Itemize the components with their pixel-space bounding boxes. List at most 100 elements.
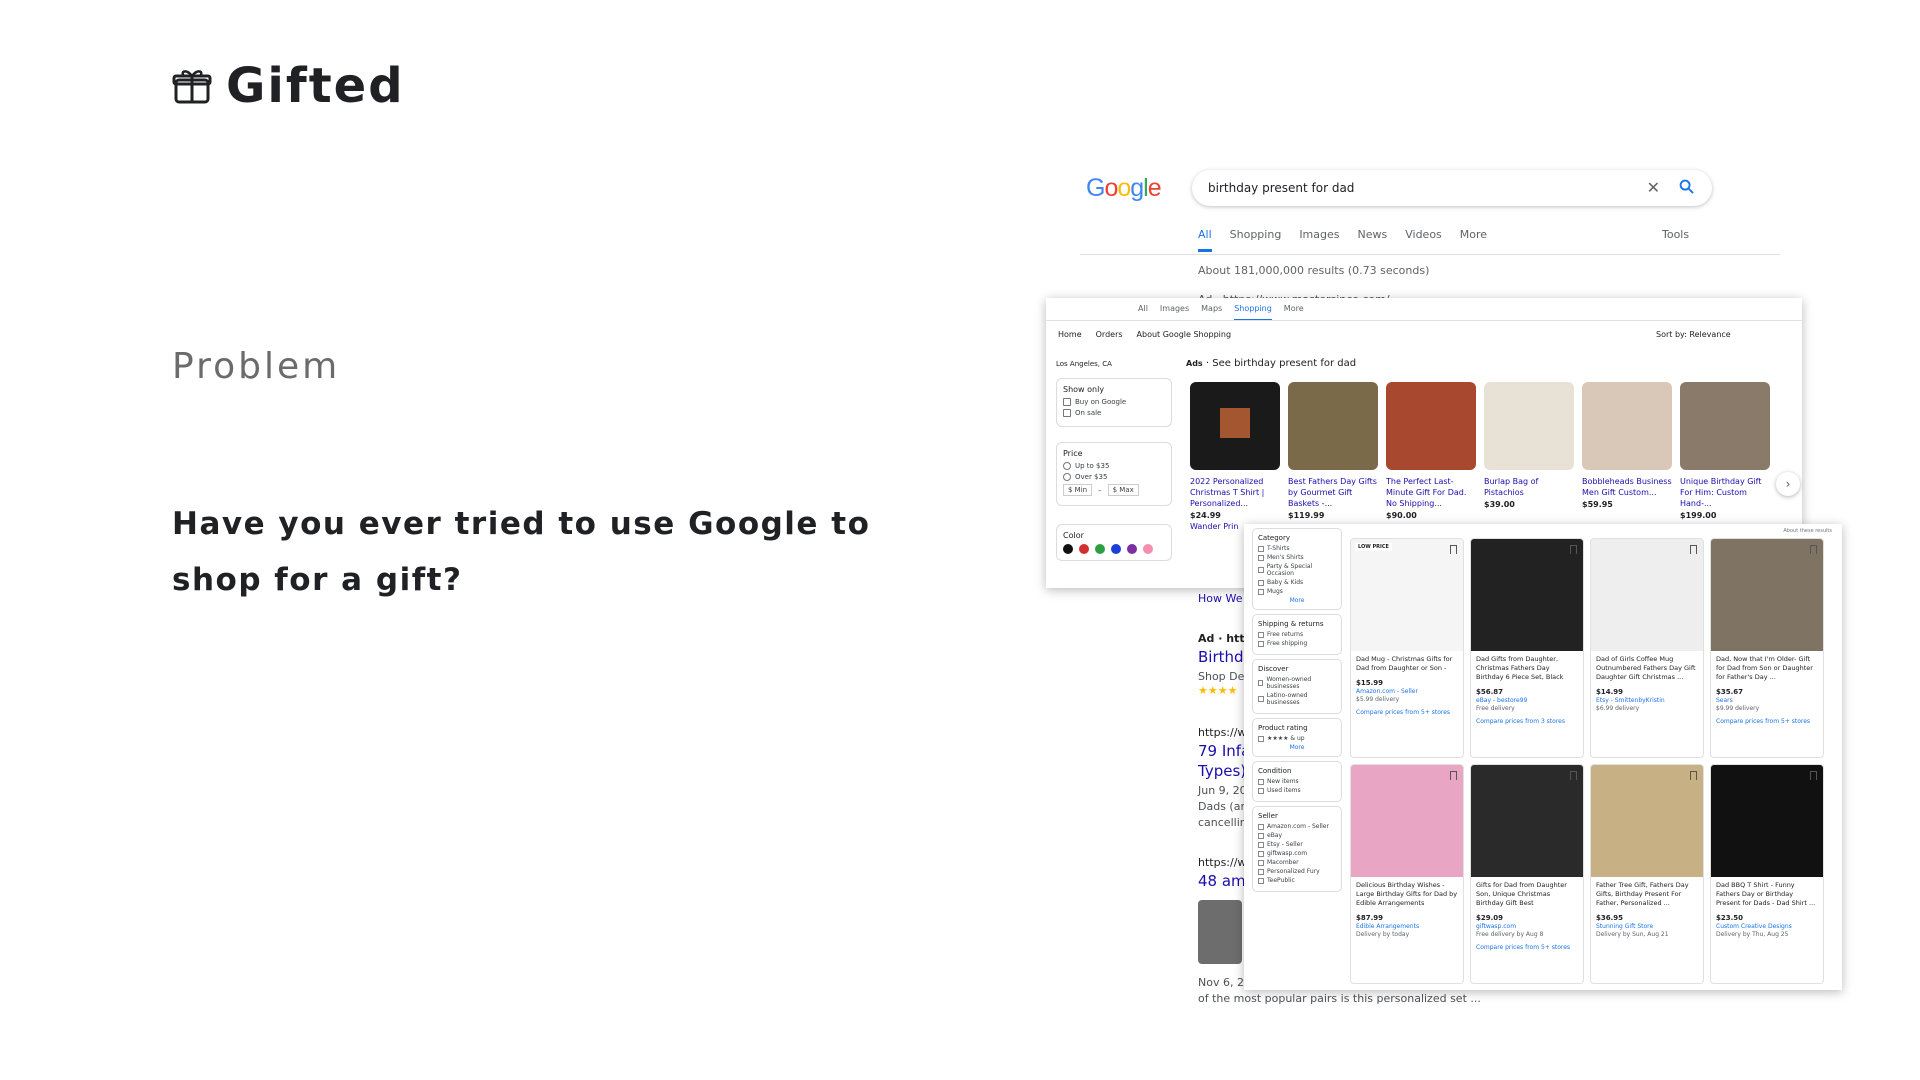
product-image[interactable] (1351, 765, 1463, 877)
checkbox[interactable] (1258, 545, 1264, 552)
checkbox[interactable] (1258, 567, 1264, 573)
product-card[interactable]: Father Tree Gift, Fathers Day Gifts, Bir… (1590, 764, 1704, 984)
tab-maps[interactable]: Maps (1201, 304, 1222, 321)
product-title[interactable]: Bobbleheads Business Men Gift Custom... (1582, 476, 1672, 498)
bookmark-icon[interactable] (1450, 545, 1457, 554)
compare-prices-link[interactable]: Compare prices from 5+ stores (1351, 703, 1463, 716)
product-store[interactable]: Stunning Gift Store (1591, 922, 1703, 930)
result-thumbnail[interactable] (1198, 900, 1242, 964)
tab-videos[interactable]: Videos (1405, 228, 1442, 252)
checkbox[interactable] (1258, 877, 1264, 884)
product-card[interactable]: Dad of Girls Coffee Mug Outnumbered Fath… (1590, 538, 1704, 758)
filter-option[interactable]: Used items (1258, 787, 1336, 794)
filter-option[interactable]: giftwasp.com (1258, 850, 1336, 857)
more-link[interactable]: More (1258, 597, 1336, 604)
product-image[interactable] (1484, 382, 1574, 470)
checkbox[interactable] (1258, 859, 1264, 866)
bookmark-icon[interactable] (1810, 545, 1817, 554)
filter-option[interactable]: Over $35 (1063, 473, 1165, 481)
checkbox[interactable] (1258, 640, 1264, 647)
product-card[interactable]: Unique Birthday Gift For Him: Custom Han… (1680, 382, 1770, 520)
filter-option[interactable]: Party & Special Occasion (1258, 563, 1336, 577)
clear-icon[interactable]: ✕ (1647, 170, 1660, 206)
product-image[interactable] (1471, 539, 1583, 651)
product-card[interactable]: Dad, Now that I'm Older- Gift for Dad fr… (1710, 538, 1824, 758)
product-store[interactable]: Etsy - SmittenbyKristin (1591, 696, 1703, 704)
product-card[interactable]: Best Fathers Day Gifts by Gourmet Gift B… (1288, 382, 1378, 520)
compare-prices-link[interactable] (1711, 938, 1823, 944)
about-results-link[interactable]: About these results (1783, 528, 1832, 534)
filter-option[interactable]: Up to $35 (1063, 462, 1165, 470)
checkbox[interactable] (1258, 823, 1264, 830)
product-store[interactable]: giftwasp.com (1471, 922, 1583, 930)
radio[interactable] (1063, 462, 1071, 470)
product-card[interactable]: Burlap Bag of Pistachios $39.00 (1484, 382, 1574, 509)
checkbox[interactable] (1258, 696, 1264, 702)
product-title[interactable]: Father Tree Gift, Fathers Day Gifts, Bir… (1591, 877, 1703, 908)
checkbox[interactable] (1258, 680, 1264, 686)
result-link[interactable]: How We (1198, 592, 1243, 605)
product-card[interactable]: LOW PRICE Dad Mug - Christmas Gifts for D… (1350, 538, 1464, 758)
location-label[interactable]: Los Angeles, CA (1056, 360, 1112, 368)
color-swatch[interactable] (1111, 544, 1121, 554)
product-title[interactable]: Dad of Girls Coffee Mug Outnumbered Fath… (1591, 651, 1703, 682)
product-card[interactable]: Gifts for Dad from Daughter Son, Unique … (1470, 764, 1584, 984)
filter-option[interactable]: Baby & Kids (1258, 579, 1336, 586)
compare-prices-link[interactable]: Compare prices from 5+ stores (1711, 712, 1823, 725)
product-title[interactable]: Best Fathers Day Gifts by Gourmet Gift B… (1288, 476, 1378, 509)
more-link[interactable]: More (1258, 744, 1336, 751)
product-title[interactable]: Dad Gifts from Daughter, Christmas Fathe… (1471, 651, 1583, 682)
product-title[interactable]: Gifts for Dad from Daughter Son, Unique … (1471, 877, 1583, 908)
tab-images[interactable]: Images (1160, 304, 1189, 321)
checkbox[interactable] (1258, 832, 1264, 839)
checkbox[interactable] (1258, 735, 1264, 742)
sort-dropdown[interactable]: Sort by: Relevance (1656, 330, 1731, 339)
filter-option[interactable]: T-Shirts (1258, 545, 1336, 552)
product-title[interactable]: Unique Birthday Gift For Him: Custom Han… (1680, 476, 1770, 509)
search-icon[interactable] (1679, 179, 1694, 194)
filter-option[interactable]: New items (1258, 778, 1336, 785)
tab-more[interactable]: More (1460, 228, 1487, 252)
checkbox[interactable] (1063, 409, 1071, 417)
bookmark-icon[interactable] (1810, 771, 1817, 780)
product-store[interactable]: Edible Arrangements (1351, 922, 1463, 930)
product-card[interactable]: The Perfect Last-Minute Gift For Dad. No… (1386, 382, 1476, 520)
product-image[interactable] (1386, 382, 1476, 470)
product-store[interactable]: Amazon.com - Seller (1351, 687, 1463, 695)
filter-option[interactable]: Men's Shirts (1258, 554, 1336, 561)
product-card[interactable]: Dad Gifts from Daughter, Christmas Fathe… (1470, 538, 1584, 758)
product-store[interactable]: Sears (1711, 696, 1823, 704)
checkbox[interactable] (1258, 787, 1264, 794)
bookmark-icon[interactable] (1690, 545, 1697, 554)
filter-option[interactable]: Macomber (1258, 859, 1336, 866)
product-title[interactable]: Dad Mug - Christmas Gifts for Dad from D… (1351, 651, 1463, 673)
filter-option[interactable]: Etsy - Seller (1258, 841, 1336, 848)
checkbox[interactable] (1258, 778, 1264, 785)
color-swatch[interactable] (1143, 544, 1153, 554)
price-min-input[interactable]: $ Min (1063, 484, 1093, 496)
checkbox[interactable] (1258, 588, 1264, 595)
tab-all[interactable]: All (1138, 304, 1148, 321)
tab-shopping[interactable]: Shopping (1234, 304, 1272, 321)
product-card[interactable]: Dad BBQ T Shirt - Funny Fathers Day or B… (1710, 764, 1824, 984)
price-max-input[interactable]: $ Max (1107, 484, 1139, 496)
product-card[interactable]: 2022 Personalized Christmas T Shirt | Pe… (1190, 382, 1280, 532)
product-title[interactable]: The Perfect Last-Minute Gift For Dad. No… (1386, 476, 1476, 509)
tab-all[interactable]: All (1198, 228, 1212, 252)
product-image[interactable] (1591, 765, 1703, 877)
color-swatch[interactable] (1079, 544, 1089, 554)
chevron-right-icon[interactable]: › (1776, 472, 1800, 496)
filter-option[interactable]: TeePublic (1258, 877, 1336, 884)
nav-about[interactable]: About Google Shopping (1137, 330, 1232, 339)
filter-option[interactable]: ★★★★ & up (1258, 735, 1336, 742)
compare-prices-link[interactable] (1591, 712, 1703, 718)
color-swatch[interactable] (1095, 544, 1105, 554)
compare-prices-link[interactable]: Compare prices from 3 stores (1471, 712, 1583, 725)
color-swatch[interactable] (1063, 544, 1073, 554)
filter-option[interactable]: Latino-owned businesses (1258, 692, 1336, 706)
product-store[interactable]: eBay - bestore99 (1471, 696, 1583, 704)
checkbox[interactable] (1258, 868, 1264, 875)
product-card[interactable]: Bobbleheads Business Men Gift Custom... … (1582, 382, 1672, 509)
filter-option[interactable]: Buy on Google (1063, 398, 1165, 406)
checkbox[interactable] (1063, 398, 1071, 406)
